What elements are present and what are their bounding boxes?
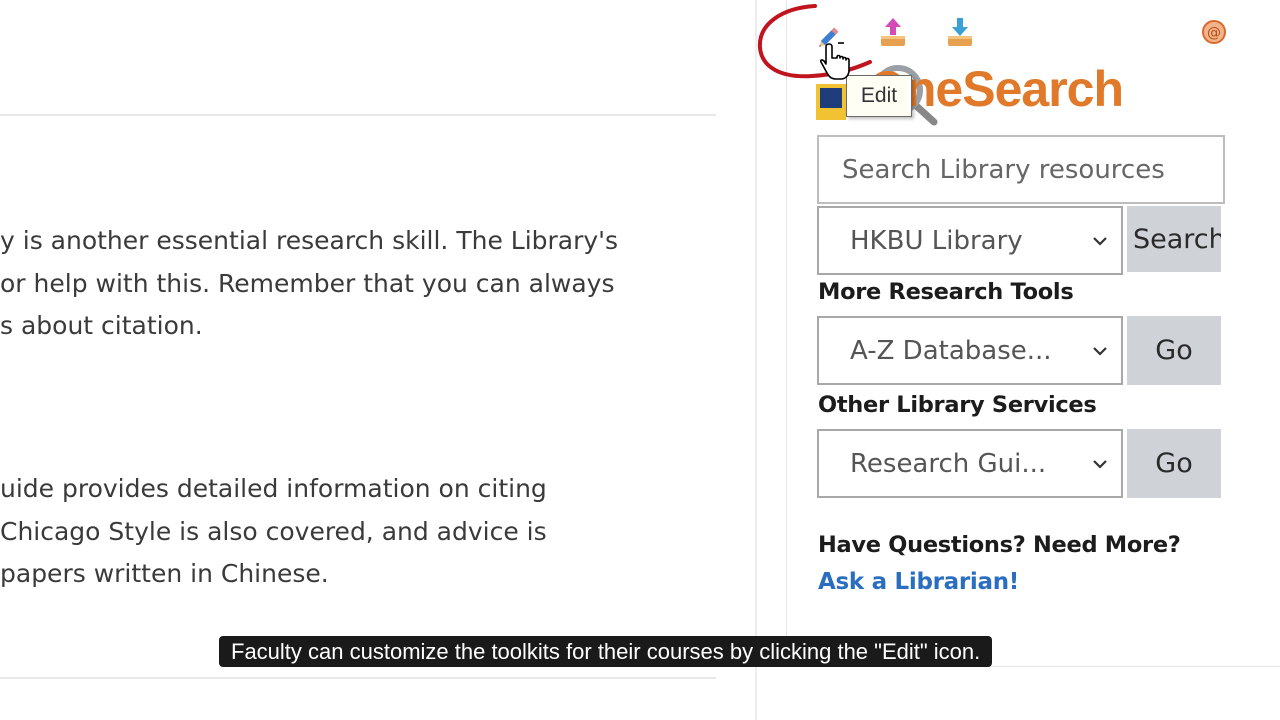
citation-paragraph: y is another essential research skill. T… xyxy=(0,220,618,348)
search-button[interactable]: Search xyxy=(1127,206,1221,272)
paragraph-line: y is another essential research skill. T… xyxy=(0,226,619,255)
paragraph-line: or help with this. Remember that you can… xyxy=(0,268,615,298)
paragraph-line: Chicago Style is also covered, and advic… xyxy=(0,516,547,546)
video-caption: Faculty can customize the toolkits for t… xyxy=(219,636,993,667)
library-services-go-button[interactable]: Go xyxy=(1127,429,1221,498)
guide-paragraph: uide provides detailed information on ci… xyxy=(0,468,547,596)
search-input[interactable] xyxy=(817,135,1225,204)
library-services-select[interactable]: Research Gui... xyxy=(817,429,1123,498)
scope-select-value: HKBU Library xyxy=(850,225,1023,256)
email-icon[interactable]: @ xyxy=(1198,16,1230,48)
library-services-heading: Other Library Services xyxy=(818,392,1097,418)
research-tools-select[interactable]: A-Z Database... xyxy=(817,316,1123,385)
hand-cursor-icon xyxy=(820,43,850,80)
library-services-select-value: Research Gui... xyxy=(850,448,1047,479)
paragraph-line: s about citation. xyxy=(0,311,203,340)
help-heading: Have Questions? Need More? xyxy=(818,532,1181,558)
go-button-label: Go xyxy=(1155,335,1193,366)
paragraph-line: uide provides detailed information on ci… xyxy=(0,474,547,503)
svg-text:@: @ xyxy=(1207,25,1221,41)
go-button-label: Go xyxy=(1155,448,1193,479)
divider-top xyxy=(0,114,716,116)
guide-content: y is another essential research skill. T… xyxy=(0,0,755,720)
paragraph-line: papers written in Chinese. xyxy=(0,559,329,588)
scope-select[interactable]: HKBU Library xyxy=(817,206,1123,275)
research-tools-select-value: A-Z Database... xyxy=(850,335,1052,366)
divider-bottom xyxy=(0,677,716,679)
ask-librarian-link[interactable]: Ask a Librarian! xyxy=(818,569,1019,595)
column-divider xyxy=(755,0,757,720)
research-tools-heading: More Research Tools xyxy=(818,279,1074,305)
edit-tooltip: Edit xyxy=(846,75,912,117)
download-icon[interactable] xyxy=(944,16,976,48)
research-tools-go-button[interactable]: Go xyxy=(1127,316,1221,385)
chevron-down-icon xyxy=(1093,459,1107,469)
chevron-down-icon xyxy=(1093,346,1107,356)
chevron-down-icon xyxy=(1093,236,1107,246)
search-button-label: Search xyxy=(1133,223,1221,255)
